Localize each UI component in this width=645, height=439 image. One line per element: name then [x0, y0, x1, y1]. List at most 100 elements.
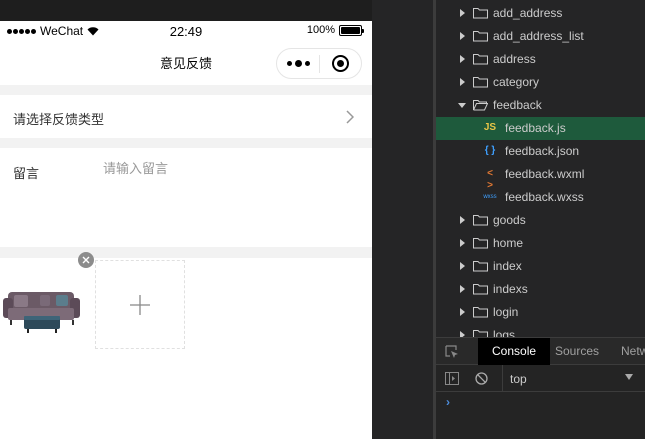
close-miniprogram-button[interactable]: [320, 49, 361, 78]
section-gap: [0, 85, 372, 95]
console-toolbar: top: [436, 365, 645, 392]
clear-console-icon[interactable]: [475, 372, 488, 385]
console-prompt[interactable]: ›: [446, 395, 450, 409]
tree-file[interactable]: < > feedback.wxml: [436, 163, 645, 191]
more-dot-icon: [286, 61, 292, 66]
tree-folder[interactable]: index: [436, 255, 645, 278]
file-explorer: add_address add_address_listaddress catego…: [436, 0, 645, 337]
feedback-type-selector[interactable]: 请选择反馈类型: [0, 95, 372, 138]
nav-bar: 意见反馈: [0, 41, 372, 85]
tree-file[interactable]: { } feedback.json: [436, 140, 645, 163]
tab-sources[interactable]: Sources: [555, 338, 599, 365]
sidebar-toggle-icon[interactable]: [445, 372, 459, 385]
context-select[interactable]: top: [502, 365, 639, 391]
tree-item-label: indexs: [493, 282, 528, 296]
caret-down-icon[interactable]: [457, 100, 467, 110]
message-label: 留言: [13, 166, 40, 181]
target-icon: [331, 55, 349, 72]
tree-folder[interactable]: feedback: [436, 94, 645, 117]
inspect-element-icon[interactable]: [445, 345, 459, 359]
file-type-icon: < >: [487, 168, 493, 191]
tree-file[interactable]: wxss feedback.wxss: [436, 186, 645, 209]
caret-right-icon[interactable]: [457, 8, 467, 18]
message-input[interactable]: [103, 158, 358, 238]
caret-right-icon[interactable]: [457, 261, 467, 271]
section-gap: [0, 247, 372, 258]
folder-icon: [473, 8, 488, 19]
folder-icon: [473, 238, 488, 249]
tree-folder[interactable]: login: [436, 301, 645, 324]
menu-capsule: [276, 48, 362, 79]
file-type-icon: { }: [484, 145, 496, 156]
tree-item-label: feedback: [493, 98, 542, 112]
tree-item-label: login: [493, 305, 519, 319]
plus-icon: [130, 294, 150, 315]
message-section: 留言: [0, 148, 372, 247]
uploaded-photo[interactable]: [0, 268, 86, 354]
folder-icon: [473, 77, 488, 88]
caret-right-icon[interactable]: [457, 330, 467, 337]
battery-percent: 100%: [306, 24, 335, 36]
tree-item-label: logs: [493, 328, 516, 337]
folder-icon: [473, 261, 488, 272]
screen: WeChat 22:49 100% 意见反馈 请选择反馈类型 留言 请输入留言 …: [0, 0, 645, 439]
tree-item-label: address: [493, 52, 536, 66]
devtools-tab-bar: Console Sources Netw: [436, 338, 645, 365]
tab-console[interactable]: Console: [478, 338, 551, 365]
tree-item-label: index: [493, 259, 522, 273]
add-photo-button[interactable]: [95, 260, 185, 349]
folder-icon: [473, 330, 488, 337]
photo-upload-area: [0, 252, 372, 439]
section-gap: [0, 138, 372, 148]
context-value: top: [510, 372, 527, 386]
battery-icon: [339, 24, 364, 36]
tree-item-label: goods: [493, 213, 526, 227]
caret-right-icon[interactable]: [457, 238, 467, 248]
chevron-right-icon: [346, 110, 354, 124]
tree-folder[interactable]: category: [436, 71, 645, 94]
simulator-top-bar: [0, 0, 372, 21]
phone-simulator: WeChat 22:49 100% 意见反馈 请选择反馈类型 留言 请输入留言: [0, 0, 372, 439]
tree-item-label: add_address: [493, 6, 563, 20]
tree-folder[interactable]: goods: [436, 209, 645, 232]
tree-file[interactable]: JS feedback.js: [436, 117, 645, 140]
close-icon: [82, 256, 90, 264]
tree-folder[interactable]: indexs: [436, 278, 645, 301]
folder-icon: [473, 31, 488, 42]
folder-icon: [473, 307, 488, 318]
tree-folder[interactable]: home: [436, 232, 645, 255]
caret-right-icon[interactable]: [457, 215, 467, 225]
tree-item-label: category: [493, 75, 540, 89]
file-type-icon: wxss: [483, 194, 497, 200]
tree-item-label: add_address_list: [493, 29, 584, 43]
caret-right-icon[interactable]: [457, 284, 467, 294]
feedback-type-label: 请选择反馈类型: [13, 112, 105, 127]
tree-item-label: feedback.wxml: [505, 167, 585, 181]
caret-right-icon[interactable]: [457, 77, 467, 87]
tree-item-label: home: [493, 236, 524, 250]
editor-gutter: [372, 0, 433, 439]
tree-item-label: feedback.json: [505, 144, 580, 158]
tab-network[interactable]: Netw: [621, 338, 645, 365]
tree-folder[interactable]: add_address: [436, 2, 645, 25]
devtools-panel: Console Sources Netw top ›: [436, 337, 645, 439]
status-right: 100%: [306, 24, 364, 36]
remove-photo-button[interactable]: [78, 252, 94, 268]
tree-item-label: feedback.js: [505, 121, 566, 135]
tree-folder[interactable]: add_address_list: [436, 25, 645, 48]
caret-right-icon[interactable]: [457, 54, 467, 64]
folder-icon: [473, 284, 488, 295]
file-type-icon: JS: [483, 122, 497, 133]
more-dot-icon: [304, 61, 310, 66]
folder-icon: [473, 215, 488, 226]
more-button[interactable]: [277, 49, 319, 78]
caret-right-icon[interactable]: [457, 307, 467, 317]
status-bar: WeChat 22:49 100%: [0, 21, 372, 41]
folder-icon: [473, 54, 488, 65]
tree-folder[interactable]: logs: [436, 324, 645, 337]
caret-right-icon[interactable]: [457, 31, 467, 41]
tree-item-label: feedback.wxss: [505, 190, 584, 204]
tree-folder[interactable]: address: [436, 48, 645, 71]
more-dot-icon: [294, 60, 302, 67]
folder-open-icon: [473, 100, 488, 111]
